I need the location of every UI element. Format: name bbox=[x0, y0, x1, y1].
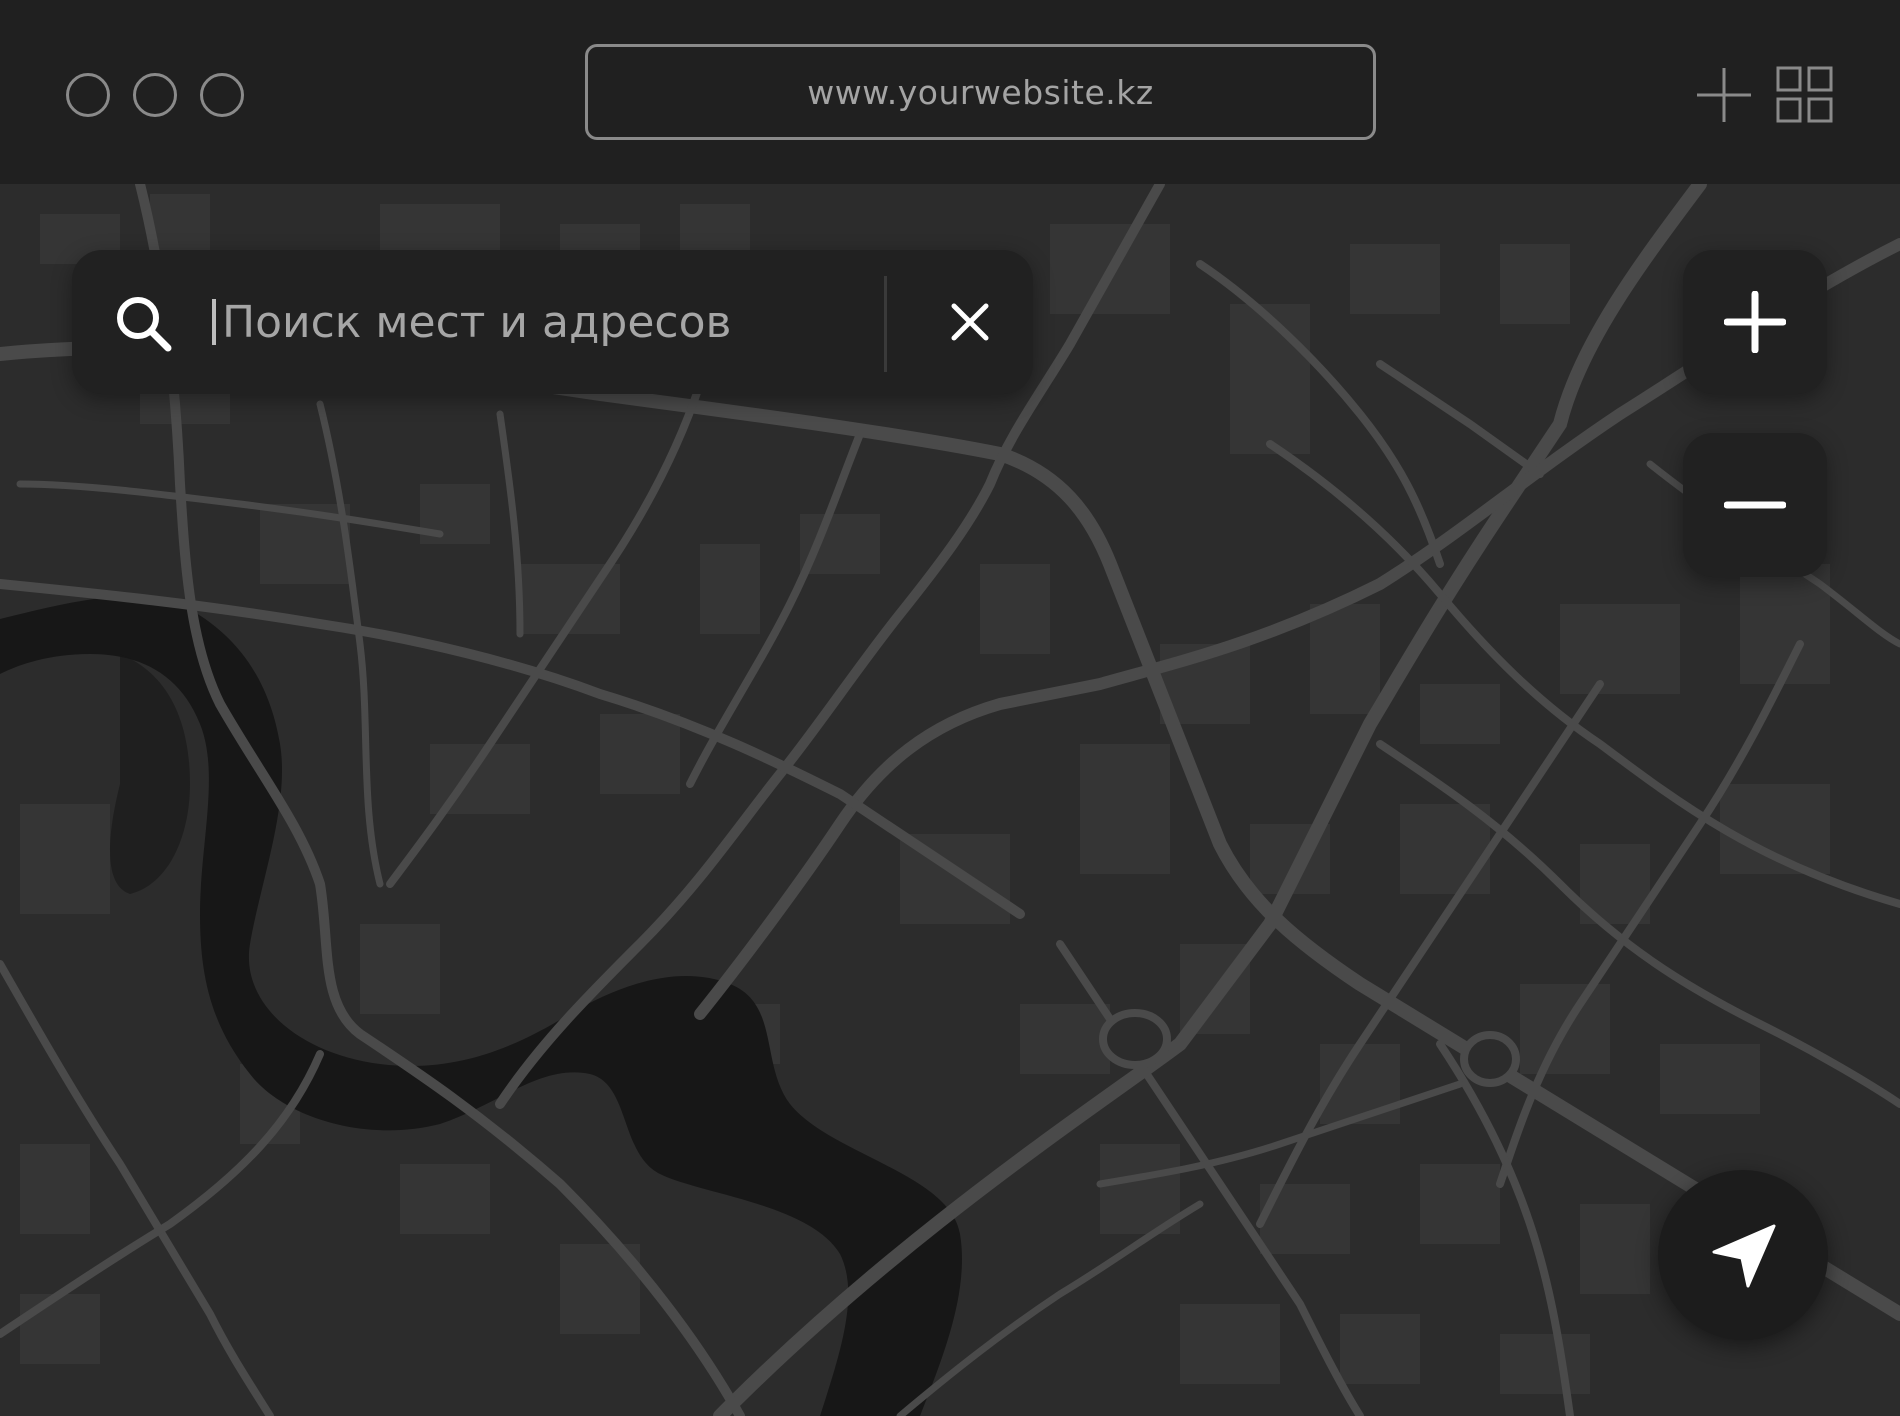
search-icon[interactable] bbox=[112, 292, 174, 354]
search-placeholder: Поиск мест и адресов bbox=[222, 296, 732, 348]
plus-icon bbox=[1724, 291, 1786, 353]
clear-search-button[interactable] bbox=[932, 284, 1008, 360]
zoom-in-button[interactable] bbox=[1683, 250, 1827, 394]
search-panel: Поиск мест и адресов bbox=[72, 250, 1033, 394]
my-location-button[interactable] bbox=[1658, 1170, 1828, 1340]
window-control-minimize[interactable] bbox=[133, 73, 177, 117]
grid-icon[interactable] bbox=[1776, 66, 1834, 124]
browser-toolbar: www.yourwebsite.kz bbox=[0, 0, 1900, 184]
navigation-arrow-icon bbox=[1712, 1224, 1776, 1288]
search-input[interactable]: Поиск мест и адресов bbox=[212, 274, 932, 370]
window-control-maximize[interactable] bbox=[200, 73, 244, 117]
address-bar-text: www.yourwebsite.kz bbox=[807, 72, 1154, 112]
search-divider bbox=[884, 276, 887, 372]
text-caret bbox=[212, 299, 216, 345]
new-tab-icon[interactable] bbox=[1695, 66, 1753, 124]
address-bar[interactable]: www.yourwebsite.kz bbox=[585, 44, 1376, 140]
zoom-out-button[interactable] bbox=[1683, 433, 1827, 577]
close-icon bbox=[951, 303, 989, 341]
window-control-close[interactable] bbox=[66, 73, 110, 117]
minus-icon bbox=[1724, 501, 1786, 509]
